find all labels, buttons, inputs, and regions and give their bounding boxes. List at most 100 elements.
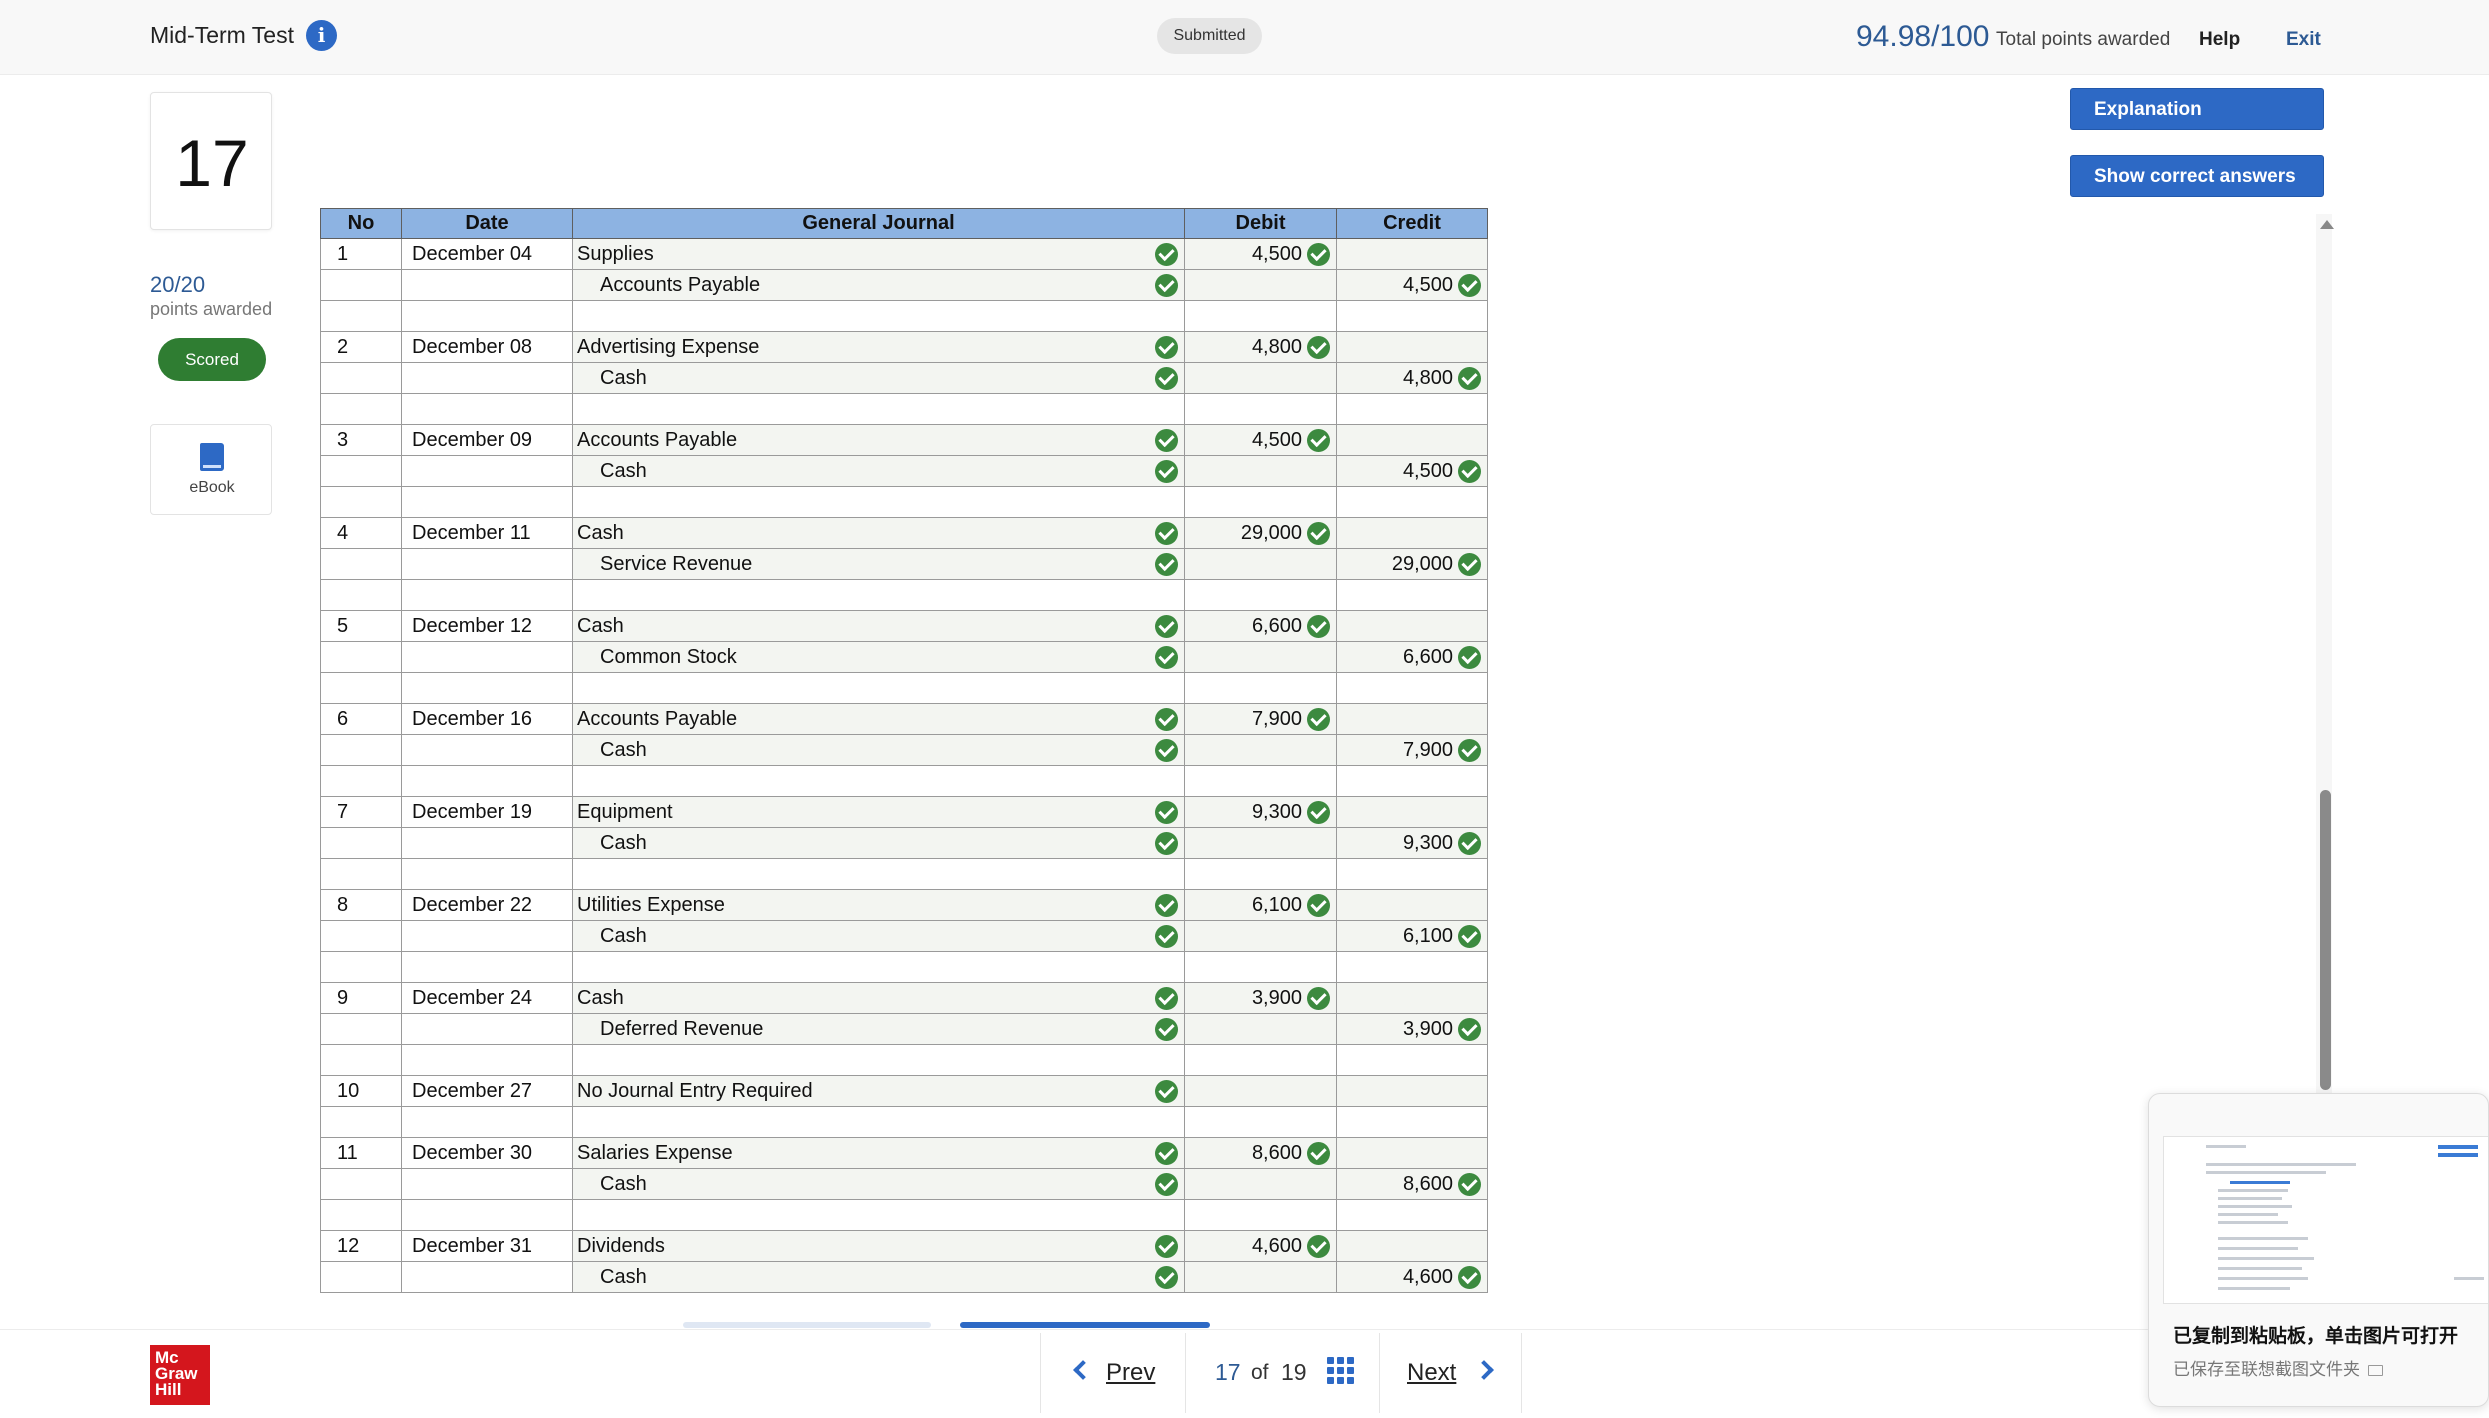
explanation-button[interactable]: Explanation [2070, 88, 2324, 130]
screenshot-thumbnail[interactable] [2163, 1136, 2488, 1304]
entry-number: 9 [320, 982, 402, 1014]
debit-account: Accounts Payable [577, 428, 738, 451]
entry-date-text: December 24 [412, 986, 533, 1009]
debit-amount-cell: 6,100 [1184, 889, 1337, 921]
ebook-label: eBook [189, 479, 235, 496]
check-circle-icon [1155, 1234, 1178, 1258]
empty-cell [401, 951, 573, 983]
credit-account: Cash [600, 1172, 647, 1195]
credit-amount-cell [1336, 517, 1488, 549]
entry-date-text: December 30 [412, 1141, 533, 1164]
credit-amount: 3,900 [1402, 1017, 1453, 1040]
check-circle-icon [1307, 521, 1330, 545]
check-circle-icon [1155, 1172, 1178, 1196]
blank-row [320, 393, 1488, 425]
scroll-up-arrow-icon[interactable] [2320, 220, 2334, 229]
entry-number-text: 10 [337, 1079, 360, 1102]
credit-account: Deferred Revenue [600, 1017, 764, 1040]
credit-account: Cash [600, 924, 647, 947]
empty-cell [401, 1013, 573, 1045]
empty-cell [1336, 672, 1488, 704]
empty-cell [572, 1106, 1185, 1138]
empty-cell [1184, 1106, 1337, 1138]
empty-cell [320, 1044, 402, 1076]
entry-number-text: 6 [337, 707, 349, 730]
folder-icon[interactable] [2368, 1365, 2383, 1377]
empty-cell [1184, 1044, 1337, 1076]
credit-account: Cash [600, 459, 647, 482]
screenshot-toast[interactable]: 已复制到粘贴板，单击图片可打开 已保存至联想截图文件夹 [2148, 1093, 2489, 1407]
credit-amount: 8,600 [1402, 1172, 1453, 1195]
debit-amount-cell [1184, 1075, 1337, 1107]
ebook-button[interactable]: eBook [150, 424, 272, 515]
debit-account-cell: Dividends [572, 1230, 1185, 1262]
credit-account: Cash [600, 1265, 647, 1288]
empty-cell [1184, 579, 1337, 611]
credit-account: Cash [600, 366, 647, 389]
table-row: 6 December 16 Accounts Payable 7,900 [320, 703, 1488, 735]
table-row: 9 December 24 Cash 3,900 [320, 982, 1488, 1014]
empty-cell [320, 1261, 402, 1293]
table-row: 3 December 09 Accounts Payable 4,500 [320, 424, 1488, 456]
credit-account: Accounts Payable [600, 273, 761, 296]
part-indicator-2-active[interactable] [960, 1322, 1210, 1328]
table-row: 10 December 27 No Journal Entry Required [320, 1075, 1488, 1107]
entry-number-text: 8 [337, 893, 349, 916]
check-circle-icon [1155, 459, 1178, 483]
empty-cell [320, 1168, 402, 1200]
blank-row [320, 1106, 1488, 1138]
credit-account: Cash [600, 738, 647, 761]
table-row: 1 December 04 Supplies 4,500 [320, 238, 1488, 270]
show-correct-answers-button[interactable]: Show correct answers [2070, 155, 2324, 197]
help-link[interactable]: Help [2199, 29, 2240, 51]
check-circle-icon [1458, 738, 1481, 762]
entry-number: 1 [320, 238, 402, 270]
empty-cell [320, 1199, 402, 1231]
check-circle-icon [1155, 831, 1178, 855]
debit-account: Dividends [577, 1234, 665, 1257]
empty-cell [1184, 393, 1337, 425]
part-indicator-1[interactable] [683, 1322, 931, 1328]
info-icon[interactable]: i [306, 20, 337, 51]
credit-amount-cell [1336, 610, 1488, 642]
blank-row [320, 1199, 1488, 1231]
empty-cell [1336, 300, 1488, 332]
check-circle-icon [1155, 986, 1178, 1010]
exit-link[interactable]: Exit [2286, 29, 2321, 51]
grid-icon[interactable] [1327, 1357, 1354, 1384]
debit-amount: 4,600 [1251, 1234, 1302, 1257]
footer-bar [0, 1329, 2489, 1418]
table-row: 4 December 11 Cash 29,000 [320, 517, 1488, 549]
table-row: 7 December 19 Equipment 9,300 [320, 796, 1488, 828]
entry-date-text: December 09 [412, 428, 533, 451]
credit-amount: 29,000 [1391, 552, 1453, 575]
credit-account-cell: Cash [572, 1168, 1185, 1200]
empty-cell [401, 765, 573, 797]
prev-button[interactable]: Prev [1106, 1359, 1155, 1387]
check-circle-icon [1155, 614, 1178, 638]
table-row: 5 December 12 Cash 6,600 [320, 610, 1488, 642]
entry-date: December 19 [401, 796, 573, 828]
credit-amount: 4,500 [1402, 459, 1453, 482]
entry-date: December 16 [401, 703, 573, 735]
header-credit: Credit [1336, 208, 1488, 239]
empty-cell [1336, 951, 1488, 983]
debit-account-cell: No Journal Entry Required [572, 1075, 1185, 1107]
blank-row [320, 858, 1488, 890]
debit-account: Accounts Payable [577, 707, 738, 730]
next-button[interactable]: Next [1407, 1359, 1456, 1387]
debit-amount: 9,300 [1251, 800, 1302, 823]
check-circle-icon [1458, 552, 1481, 576]
header-date: Date [401, 208, 573, 239]
empty-cell [572, 672, 1185, 704]
empty-cell [320, 486, 402, 518]
empty-cell [572, 765, 1185, 797]
empty-cell [320, 734, 402, 766]
scrollbar-thumb[interactable] [2320, 790, 2331, 1090]
entry-date-text: December 04 [412, 242, 533, 265]
credit-amount-cell: 8,600 [1336, 1168, 1488, 1200]
credit-amount-cell [1336, 796, 1488, 828]
total-score-label: Total points awarded [1996, 29, 2171, 50]
entry-number-text: 7 [337, 800, 349, 823]
empty-cell [401, 486, 573, 518]
